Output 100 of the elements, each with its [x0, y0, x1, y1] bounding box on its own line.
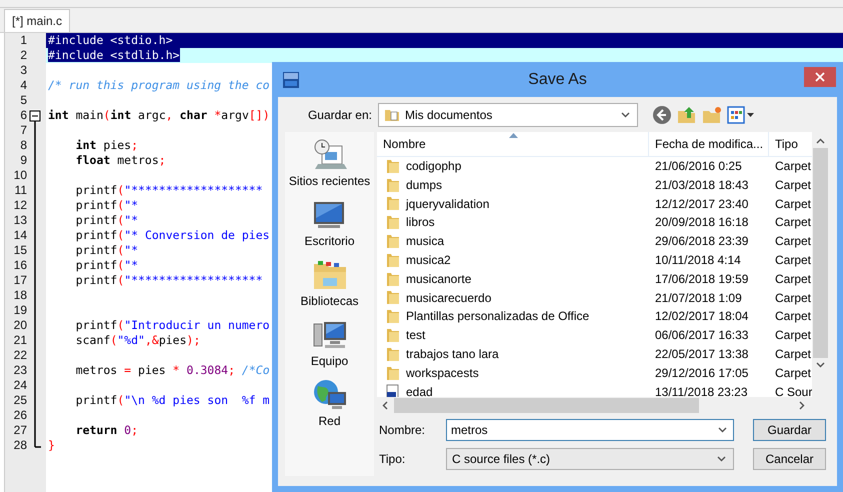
- scrollbar-thumb[interactable]: [394, 398, 699, 413]
- cancel-button[interactable]: Cancelar: [753, 448, 826, 470]
- folder-icon: [386, 158, 400, 174]
- code-text: printf: [74, 183, 118, 197]
- file-name[interactable]: test: [406, 326, 426, 345]
- filename-label: Nombre:: [378, 422, 426, 436]
- folder-icon: [386, 178, 400, 193]
- place-item[interactable]: Bibliotecas: [300, 256, 359, 316]
- operator-text: =: [124, 363, 132, 377]
- column-header[interactable]: Nombre: [377, 132, 649, 156]
- operator-text: (: [117, 273, 124, 287]
- modified-date: 13/11/2018 23:23: [654, 384, 749, 397]
- line-number: 4: [19, 78, 27, 93]
- file-name[interactable]: edad: [406, 382, 433, 397]
- line-number: 8: [19, 138, 27, 153]
- close-icon: [815, 72, 825, 82]
- file-name[interactable]: musicarecuerdo: [406, 288, 492, 308]
- line-number: 18: [12, 288, 27, 303]
- code-text: pies: [158, 333, 187, 347]
- code-text: printf: [74, 198, 118, 212]
- file-name[interactable]: musica: [406, 232, 444, 251]
- line-number: 7: [19, 123, 27, 138]
- place-item[interactable]: Escritorio: [304, 196, 354, 256]
- modified-date: 22/05/2017 13:38: [654, 346, 750, 363]
- operator-text: *: [213, 108, 222, 122]
- file-name[interactable]: workspacests: [406, 364, 479, 383]
- code-text: printf: [74, 393, 118, 407]
- line-number: 24: [12, 378, 27, 393]
- chevron-down-icon[interactable]: [718, 426, 727, 432]
- file-type-dropdown[interactable]: C source files (*.c): [446, 448, 734, 470]
- keyword-text: return: [74, 423, 118, 437]
- preprocessor-text: #include <stdio.h>: [48, 33, 173, 47]
- operator-text: (: [110, 333, 118, 347]
- string-text: "*: [124, 258, 138, 272]
- line-number: 6: [19, 108, 27, 123]
- code-text: printf: [74, 228, 118, 242]
- file-name[interactable]: musica2: [406, 250, 451, 270]
- place-item[interactable]: Red: [312, 376, 348, 436]
- line-number: 19: [12, 303, 27, 318]
- code-text: main: [74, 108, 104, 122]
- editor-tab[interactable]: [*] main.c: [4, 9, 70, 32]
- string-text: "*******************: [124, 183, 263, 197]
- modified-date: 21/06/2016 0:25: [654, 158, 743, 175]
- line-number: 16: [12, 258, 27, 273]
- chevron-right-icon[interactable]: [799, 401, 805, 410]
- code-text: printf: [74, 273, 118, 287]
- file-type: Carpet: [774, 214, 812, 232]
- line-number: 15: [12, 243, 27, 258]
- file-name[interactable]: trabajos tano lara: [406, 344, 499, 364]
- code-text: printf: [74, 213, 118, 227]
- place-item[interactable]: Equipo: [310, 316, 348, 376]
- line-number: 22: [12, 348, 27, 363]
- file-type: Carpet: [774, 346, 812, 363]
- file-name[interactable]: libros: [406, 213, 435, 232]
- preprocessor-text: #include <stdlib.h>: [48, 48, 180, 62]
- folder-icon: [386, 346, 400, 362]
- scrollbar-thumb[interactable]: [813, 148, 828, 358]
- folder-icon: [386, 215, 400, 230]
- comment-text: /*Co: [240, 363, 270, 377]
- file-name[interactable]: musicanorte: [406, 270, 472, 289]
- file-type: Carpet: [774, 290, 812, 307]
- line-number: 25: [12, 393, 27, 408]
- location-dropdown[interactable]: Mis documentos: [378, 102, 638, 126]
- column-header[interactable]: Tipo: [769, 132, 812, 156]
- keyword-text: int: [74, 138, 96, 152]
- chevron-left-icon[interactable]: [382, 401, 388, 410]
- file-type: Carpet: [774, 176, 812, 194]
- operator-text: []): [248, 108, 270, 122]
- operator-text: ;: [131, 423, 138, 437]
- filename-field[interactable]: metros: [446, 418, 734, 440]
- string-text: "*: [124, 213, 138, 227]
- line-number: 13: [12, 213, 27, 228]
- file-name[interactable]: Plantillas personalizadas de Office: [406, 307, 590, 326]
- chevron-up-icon[interactable]: [816, 138, 825, 144]
- column-header[interactable]: Fecha de modifica...: [649, 132, 769, 156]
- code-text: scanf: [74, 333, 110, 347]
- line-number: 11: [14, 183, 27, 198]
- line-number: 26: [12, 408, 27, 423]
- operator-text: (: [117, 198, 124, 212]
- file-name[interactable]: dumps: [406, 176, 442, 195]
- line-number: 2: [19, 48, 27, 63]
- chevron-down-icon[interactable]: [816, 362, 825, 368]
- view-menu-icon[interactable]: [727, 104, 755, 124]
- close-button[interactable]: [804, 67, 836, 87]
- code-text: pies: [137, 363, 167, 377]
- folder-icon: [386, 290, 400, 306]
- back-icon[interactable]: [652, 104, 672, 124]
- keyword-text: int: [48, 108, 69, 122]
- line-number: 14: [12, 228, 27, 243]
- file-type-label: Tipo:: [378, 452, 406, 466]
- code-text: printf: [74, 258, 118, 272]
- save-button[interactable]: Guardar: [753, 418, 826, 440]
- folder-up-icon[interactable]: [677, 104, 697, 124]
- place-item[interactable]: Sitios recientes: [288, 136, 370, 196]
- modified-date: 21/07/2018 1:09: [654, 290, 743, 307]
- line-number: 20: [12, 318, 27, 333]
- file-name[interactable]: jqueryvalidation: [406, 194, 490, 214]
- file-name[interactable]: codigophp: [406, 157, 462, 176]
- string-text: "*: [124, 198, 138, 212]
- line-number: 27: [12, 423, 27, 438]
